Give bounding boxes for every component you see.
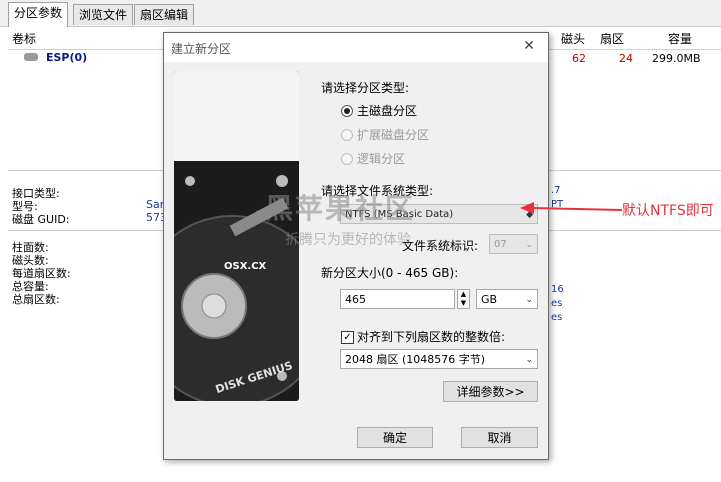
size-unit-select[interactable]: GB ⌄ xyxy=(476,289,538,309)
fs-id-select[interactable]: 07 ⌄ xyxy=(489,234,538,254)
radio-logical[interactable] xyxy=(341,153,353,165)
fs-id-value: 07 xyxy=(494,239,507,250)
row-capacity: 299.0MB xyxy=(652,52,701,65)
tab-browse-files[interactable]: 浏览文件 xyxy=(73,4,134,25)
partition-name: ESP(0) xyxy=(46,51,88,64)
align-select[interactable]: 2048 扇区 (1048576 字节) ⌄ xyxy=(340,349,538,369)
partition-type-label: 请选择分区类型: xyxy=(321,81,410,95)
col-volume[interactable]: 卷标 xyxy=(12,30,36,47)
size-label: 新分区大小(0 - 465 GB): xyxy=(321,266,459,280)
watermark-subtitle: 折腾只为更好的体验 xyxy=(285,232,411,248)
row-heads: 62 xyxy=(572,52,586,65)
radio-extended-label[interactable]: 扩展磁盘分区 xyxy=(357,126,429,143)
col-sectors[interactable]: 扇区 xyxy=(600,30,624,47)
dialog-titlebar[interactable]: 建立新分区 ✕ xyxy=(164,33,548,62)
disk-info-panel: 接口类型: 型号: 磁盘 GUID: 柱面数: 磁头数: 每道扇区数: 总容量:… xyxy=(8,180,170,480)
advanced-button[interactable]: 详细参数>> xyxy=(443,381,538,402)
image-caption: OSX.CX xyxy=(224,261,267,272)
info-value: .7 xyxy=(551,185,561,196)
annotation-arrow xyxy=(520,202,623,214)
align-label[interactable]: 对齐到下列扇区数的整数倍: xyxy=(357,328,505,345)
col-capacity[interactable]: 容量 xyxy=(668,30,692,47)
info-label: 总扇区数: xyxy=(12,293,60,306)
cancel-button[interactable]: 取消 xyxy=(461,427,538,448)
radio-primary[interactable] xyxy=(341,105,353,117)
ok-button[interactable]: 确定 xyxy=(357,427,433,448)
watermark: 黑苹果社区 折腾只为更好的体验 xyxy=(265,187,415,249)
align-value: 2048 扇区 (1048576 字节) xyxy=(345,353,486,366)
col-heads[interactable]: 磁头 xyxy=(561,30,585,47)
align-checkbox[interactable]: ✓ xyxy=(341,331,354,344)
chevron-down-icon: ⌄ xyxy=(525,240,533,250)
tab-sector-edit[interactable]: 扇区编辑 xyxy=(134,4,195,25)
info-label: 磁盘 GUID: xyxy=(12,213,70,226)
info-value: 16 xyxy=(551,284,564,295)
size-value: 465 xyxy=(345,293,366,306)
radio-logical-label[interactable]: 逻辑分区 xyxy=(357,150,405,167)
dialog-title: 建立新分区 xyxy=(171,42,232,56)
close-icon[interactable]: ✕ xyxy=(522,39,536,53)
info-value: es xyxy=(551,312,563,323)
drive-icon xyxy=(24,53,38,61)
radio-extended[interactable] xyxy=(341,129,353,141)
tab-partition-params[interactable]: 分区参数 xyxy=(8,2,69,27)
tab-bar: 分区参数 浏览文件 扇区编辑 xyxy=(0,0,721,27)
size-spinner[interactable]: ▲ ▼ xyxy=(457,289,470,309)
watermark-title: 黑苹果社区 xyxy=(265,192,416,225)
size-unit-value: GB xyxy=(481,293,498,306)
info-value: es xyxy=(551,298,563,309)
chevron-down-icon: ⌄ xyxy=(525,355,533,365)
row-sectors: 24 xyxy=(619,52,633,65)
annotation-text: 默认NTFS即可 xyxy=(622,203,714,219)
radio-primary-label[interactable]: 主磁盘分区 xyxy=(357,102,417,119)
chevron-down-icon: ⌄ xyxy=(525,295,533,305)
size-input[interactable]: 465 xyxy=(340,289,455,309)
